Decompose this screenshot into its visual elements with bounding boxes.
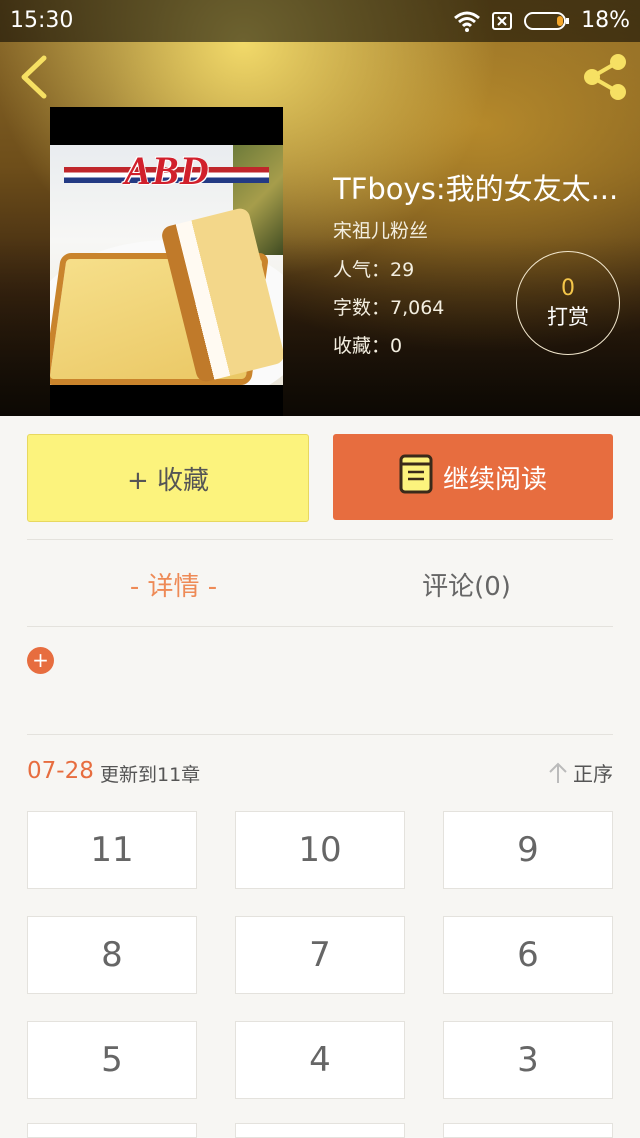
chapter-button[interactable]: 5: [27, 1021, 197, 1099]
share-button[interactable]: [580, 52, 630, 102]
chapter-button[interactable]: 4: [235, 1021, 405, 1099]
tab-comments[interactable]: 评论(0): [320, 566, 613, 603]
reward-label: 打赏: [547, 305, 589, 329]
battery-icon: [523, 10, 571, 32]
reward-count: 0: [561, 276, 575, 301]
battery-level: 18%: [581, 8, 630, 33]
expand-intro-button[interactable]: +: [27, 647, 54, 674]
book-favorites: 收藏：0: [333, 335, 403, 357]
status-time: 15:30: [10, 8, 74, 33]
chapter-button[interactable]: 11: [27, 811, 197, 889]
status-bar: 15:30 18%: [0, 0, 640, 42]
chapter-button-partial[interactable]: [443, 1123, 613, 1138]
wifi-icon: [453, 10, 481, 32]
book-popularity: 人气：29: [333, 259, 415, 281]
chapter-button[interactable]: 8: [27, 916, 197, 994]
divider: [27, 626, 613, 627]
reward-button[interactable]: 0 打赏: [516, 251, 620, 355]
sort-label: 正序: [573, 762, 613, 786]
share-icon: [584, 54, 626, 100]
book-word-count: 字数：7,064: [333, 297, 445, 319]
book-cover[interactable]: ABD: [50, 107, 283, 416]
chapter-button[interactable]: 3: [443, 1021, 613, 1099]
divider: [27, 539, 613, 540]
tab-details[interactable]: - 详情 -: [27, 566, 320, 603]
sort-toggle[interactable]: 正序: [547, 758, 613, 787]
cover-logo: ABD: [124, 148, 210, 193]
collect-button[interactable]: + 收藏: [27, 434, 309, 522]
book-author[interactable]: 宋祖儿粉丝: [333, 216, 428, 243]
chapter-button[interactable]: 9: [443, 811, 613, 889]
chapter-button[interactable]: 10: [235, 811, 405, 889]
continue-reading-button[interactable]: 继续阅读: [333, 434, 613, 520]
back-button[interactable]: [14, 52, 58, 102]
update-text: 更新到11章: [100, 764, 201, 786]
plus-icon: +: [32, 648, 49, 672]
book-title: TFboys:我的女友太...: [333, 172, 619, 206]
status-icons: 18%: [453, 8, 630, 33]
chevron-left-icon: [21, 55, 47, 99]
divider: [27, 734, 613, 735]
cover-image: ABD: [50, 145, 283, 385]
chapter-button[interactable]: 6: [443, 916, 613, 994]
continue-reading-label: 继续阅读: [442, 464, 547, 495]
update-date: 07-28: [27, 758, 94, 784]
book-header: ABD TFboys:我的女友太... 宋祖儿粉丝 人气：29 字数：7,064…: [0, 0, 640, 416]
chapter-button[interactable]: 7: [235, 916, 405, 994]
book-icon: [399, 454, 433, 501]
arrow-up-icon: [549, 762, 567, 783]
chapter-button-partial[interactable]: [235, 1123, 405, 1138]
sim-icon: [491, 11, 513, 31]
chapter-button-partial[interactable]: [27, 1123, 197, 1138]
